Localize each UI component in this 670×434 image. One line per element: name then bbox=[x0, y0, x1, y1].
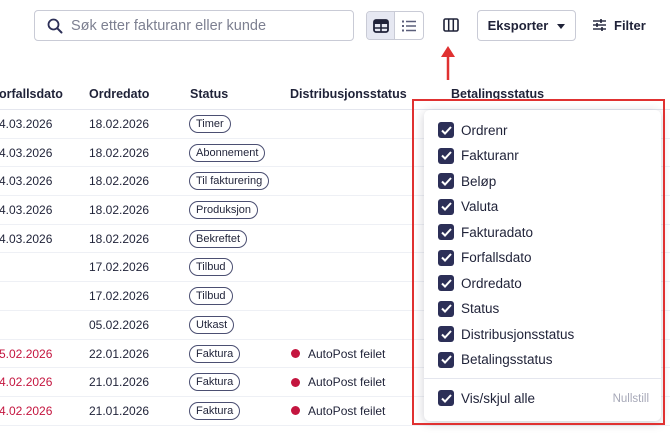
status-badge: Tilbud bbox=[189, 258, 233, 277]
checkbox-checked-icon[interactable] bbox=[438, 173, 454, 189]
checkbox-checked-icon[interactable] bbox=[438, 249, 454, 266]
header-ordredato[interactable]: Ordredato bbox=[89, 87, 149, 101]
cell-forfallsdato: 4.03.2026 bbox=[0, 174, 53, 189]
status-badge: Utkast bbox=[189, 315, 235, 334]
header-distribusjonsstatus[interactable]: Distribusjonsstatus bbox=[290, 87, 407, 101]
annotation-arrow-icon bbox=[441, 46, 455, 80]
table-view-icon bbox=[372, 18, 389, 33]
checkbox-checked-icon[interactable] bbox=[438, 390, 454, 406]
status-badge: Til fakturering bbox=[189, 172, 270, 191]
cell-ordredato: 05.02.2026 bbox=[89, 317, 150, 332]
column-option-fakturadato[interactable]: Fakturadato bbox=[438, 222, 533, 242]
picker-divider bbox=[424, 378, 661, 379]
column-option-bel-p[interactable]: Beløp bbox=[438, 171, 496, 191]
column-option-status[interactable]: Status bbox=[438, 299, 499, 319]
checkbox-checked-icon[interactable] bbox=[438, 122, 454, 138]
export-label: Eksporter bbox=[487, 18, 549, 33]
column-option-valuta[interactable]: Valuta bbox=[438, 197, 498, 217]
cell-ordredato: 21.01.2026 bbox=[89, 375, 150, 390]
cell-forfallsdato: 5.02.2026 bbox=[0, 346, 53, 361]
distribution-status-text: AutoPost feilet bbox=[308, 375, 386, 390]
distribution-status-text: AutoPost feilet bbox=[308, 346, 386, 361]
error-dot-icon bbox=[291, 349, 300, 358]
column-option-label: Distribusjonsstatus bbox=[461, 326, 575, 342]
error-dot-icon bbox=[291, 406, 300, 416]
search-box[interactable] bbox=[34, 10, 354, 41]
cell-forfallsdato: 4.02.2026 bbox=[0, 375, 53, 390]
checkbox-checked-icon[interactable] bbox=[438, 300, 454, 317]
cell-ordredato: 18.02.2026 bbox=[89, 203, 150, 218]
status-badge: Abonnement bbox=[189, 143, 266, 162]
cell-ordredato: 18.02.2026 bbox=[89, 117, 150, 131]
search-icon bbox=[47, 18, 63, 34]
cell-forfallsdato: 4.02.2026 bbox=[0, 403, 53, 418]
cell-ordredato: 22.01.2026 bbox=[89, 346, 150, 361]
column-option-label: Fakturanr bbox=[461, 148, 519, 163]
cell-forfallsdato: 4.03.2026 bbox=[0, 145, 53, 160]
column-option-label: Ordrenr bbox=[461, 122, 508, 138]
cell-ordredato: 18.02.2026 bbox=[89, 145, 150, 160]
cell-ordredato: 18.02.2026 bbox=[89, 174, 150, 189]
column-option-label: Forfallsdato bbox=[461, 250, 532, 265]
cell-ordredato: 17.02.2026 bbox=[89, 260, 150, 275]
chevron-down-icon bbox=[557, 24, 566, 29]
checkbox-checked-icon[interactable] bbox=[438, 198, 454, 215]
column-option-label: Fakturadato bbox=[461, 224, 534, 240]
table-header: orfallsdato Ordredato Status Distribusjo… bbox=[0, 80, 670, 110]
header-betalingsstatus[interactable]: Betalingsstatus bbox=[451, 87, 544, 101]
columns-button[interactable] bbox=[440, 15, 462, 35]
status-badge: Faktura bbox=[189, 401, 241, 420]
cell-distribusjonsstatus: AutoPost feilet bbox=[291, 375, 385, 389]
error-dot-icon bbox=[291, 377, 300, 387]
checkbox-checked-icon[interactable] bbox=[438, 275, 454, 291]
header-status[interactable]: Status bbox=[190, 87, 228, 101]
table-view-button[interactable] bbox=[367, 12, 396, 39]
list-view-icon bbox=[402, 20, 416, 31]
status-badge: Timer bbox=[189, 115, 231, 133]
distribution-status-text: AutoPost feilet bbox=[308, 403, 386, 418]
checkbox-checked-icon[interactable] bbox=[438, 224, 454, 240]
column-option-betalingsstatus[interactable]: Betalingsstatus bbox=[438, 350, 553, 370]
checkbox-checked-icon[interactable] bbox=[438, 326, 454, 342]
column-option-ordrenr[interactable]: Ordrenr bbox=[438, 120, 508, 140]
status-badge: Bekreftet bbox=[189, 229, 248, 248]
toggle-all-label: Vis/skjul alle bbox=[461, 390, 536, 406]
column-picker: Vis/skjul alle Nullstill Ordrenr Fakturan… bbox=[424, 110, 661, 421]
column-option-label: Valuta bbox=[461, 199, 499, 214]
checkbox-checked-icon[interactable] bbox=[438, 351, 454, 368]
cell-forfallsdato: 4.03.2026 bbox=[0, 117, 53, 131]
column-option-ordredato[interactable]: Ordredato bbox=[438, 273, 522, 293]
export-button[interactable]: Eksporter bbox=[477, 10, 576, 41]
list-view-button[interactable] bbox=[395, 12, 423, 39]
column-option-forfallsdato[interactable]: Forfallsdato bbox=[438, 248, 532, 268]
cell-distribusjonsstatus: AutoPost feilet bbox=[291, 404, 385, 418]
header-forfallsdato[interactable]: orfallsdato bbox=[0, 87, 63, 101]
column-option-label: Betalingsstatus bbox=[461, 352, 553, 367]
status-badge: Produksjon bbox=[189, 201, 259, 220]
toggle-all-option[interactable]: Vis/skjul alle bbox=[438, 388, 535, 408]
filter-label: Filter bbox=[614, 17, 646, 33]
cell-ordredato: 21.01.2026 bbox=[89, 403, 150, 418]
cell-forfallsdato: 4.03.2026 bbox=[0, 231, 53, 246]
view-toggle bbox=[366, 11, 424, 40]
columns-icon bbox=[443, 18, 459, 32]
search-input[interactable] bbox=[71, 15, 345, 37]
column-option-distribusjonsstatus[interactable]: Distribusjonsstatus bbox=[438, 324, 574, 344]
status-badge: Faktura bbox=[189, 373, 241, 392]
cell-forfallsdato: 4.03.2026 bbox=[0, 203, 53, 218]
sliders-icon bbox=[593, 19, 606, 31]
column-option-label: Ordredato bbox=[461, 275, 522, 291]
column-option-label: Status bbox=[461, 301, 500, 316]
checkbox-checked-icon[interactable] bbox=[438, 147, 454, 164]
column-option-fakturanr[interactable]: Fakturanr bbox=[438, 146, 519, 166]
column-option-label: Beløp bbox=[461, 173, 497, 189]
cell-ordredato: 18.02.2026 bbox=[89, 231, 150, 246]
filter-button[interactable]: Filter bbox=[592, 16, 646, 34]
reset-link[interactable]: Nullstill bbox=[613, 393, 649, 405]
cell-ordredato: 17.02.2026 bbox=[89, 289, 150, 304]
status-badge: Tilbud bbox=[189, 287, 233, 306]
status-badge: Faktura bbox=[189, 344, 241, 363]
cell-distribusjonsstatus: AutoPost feilet bbox=[291, 347, 385, 361]
